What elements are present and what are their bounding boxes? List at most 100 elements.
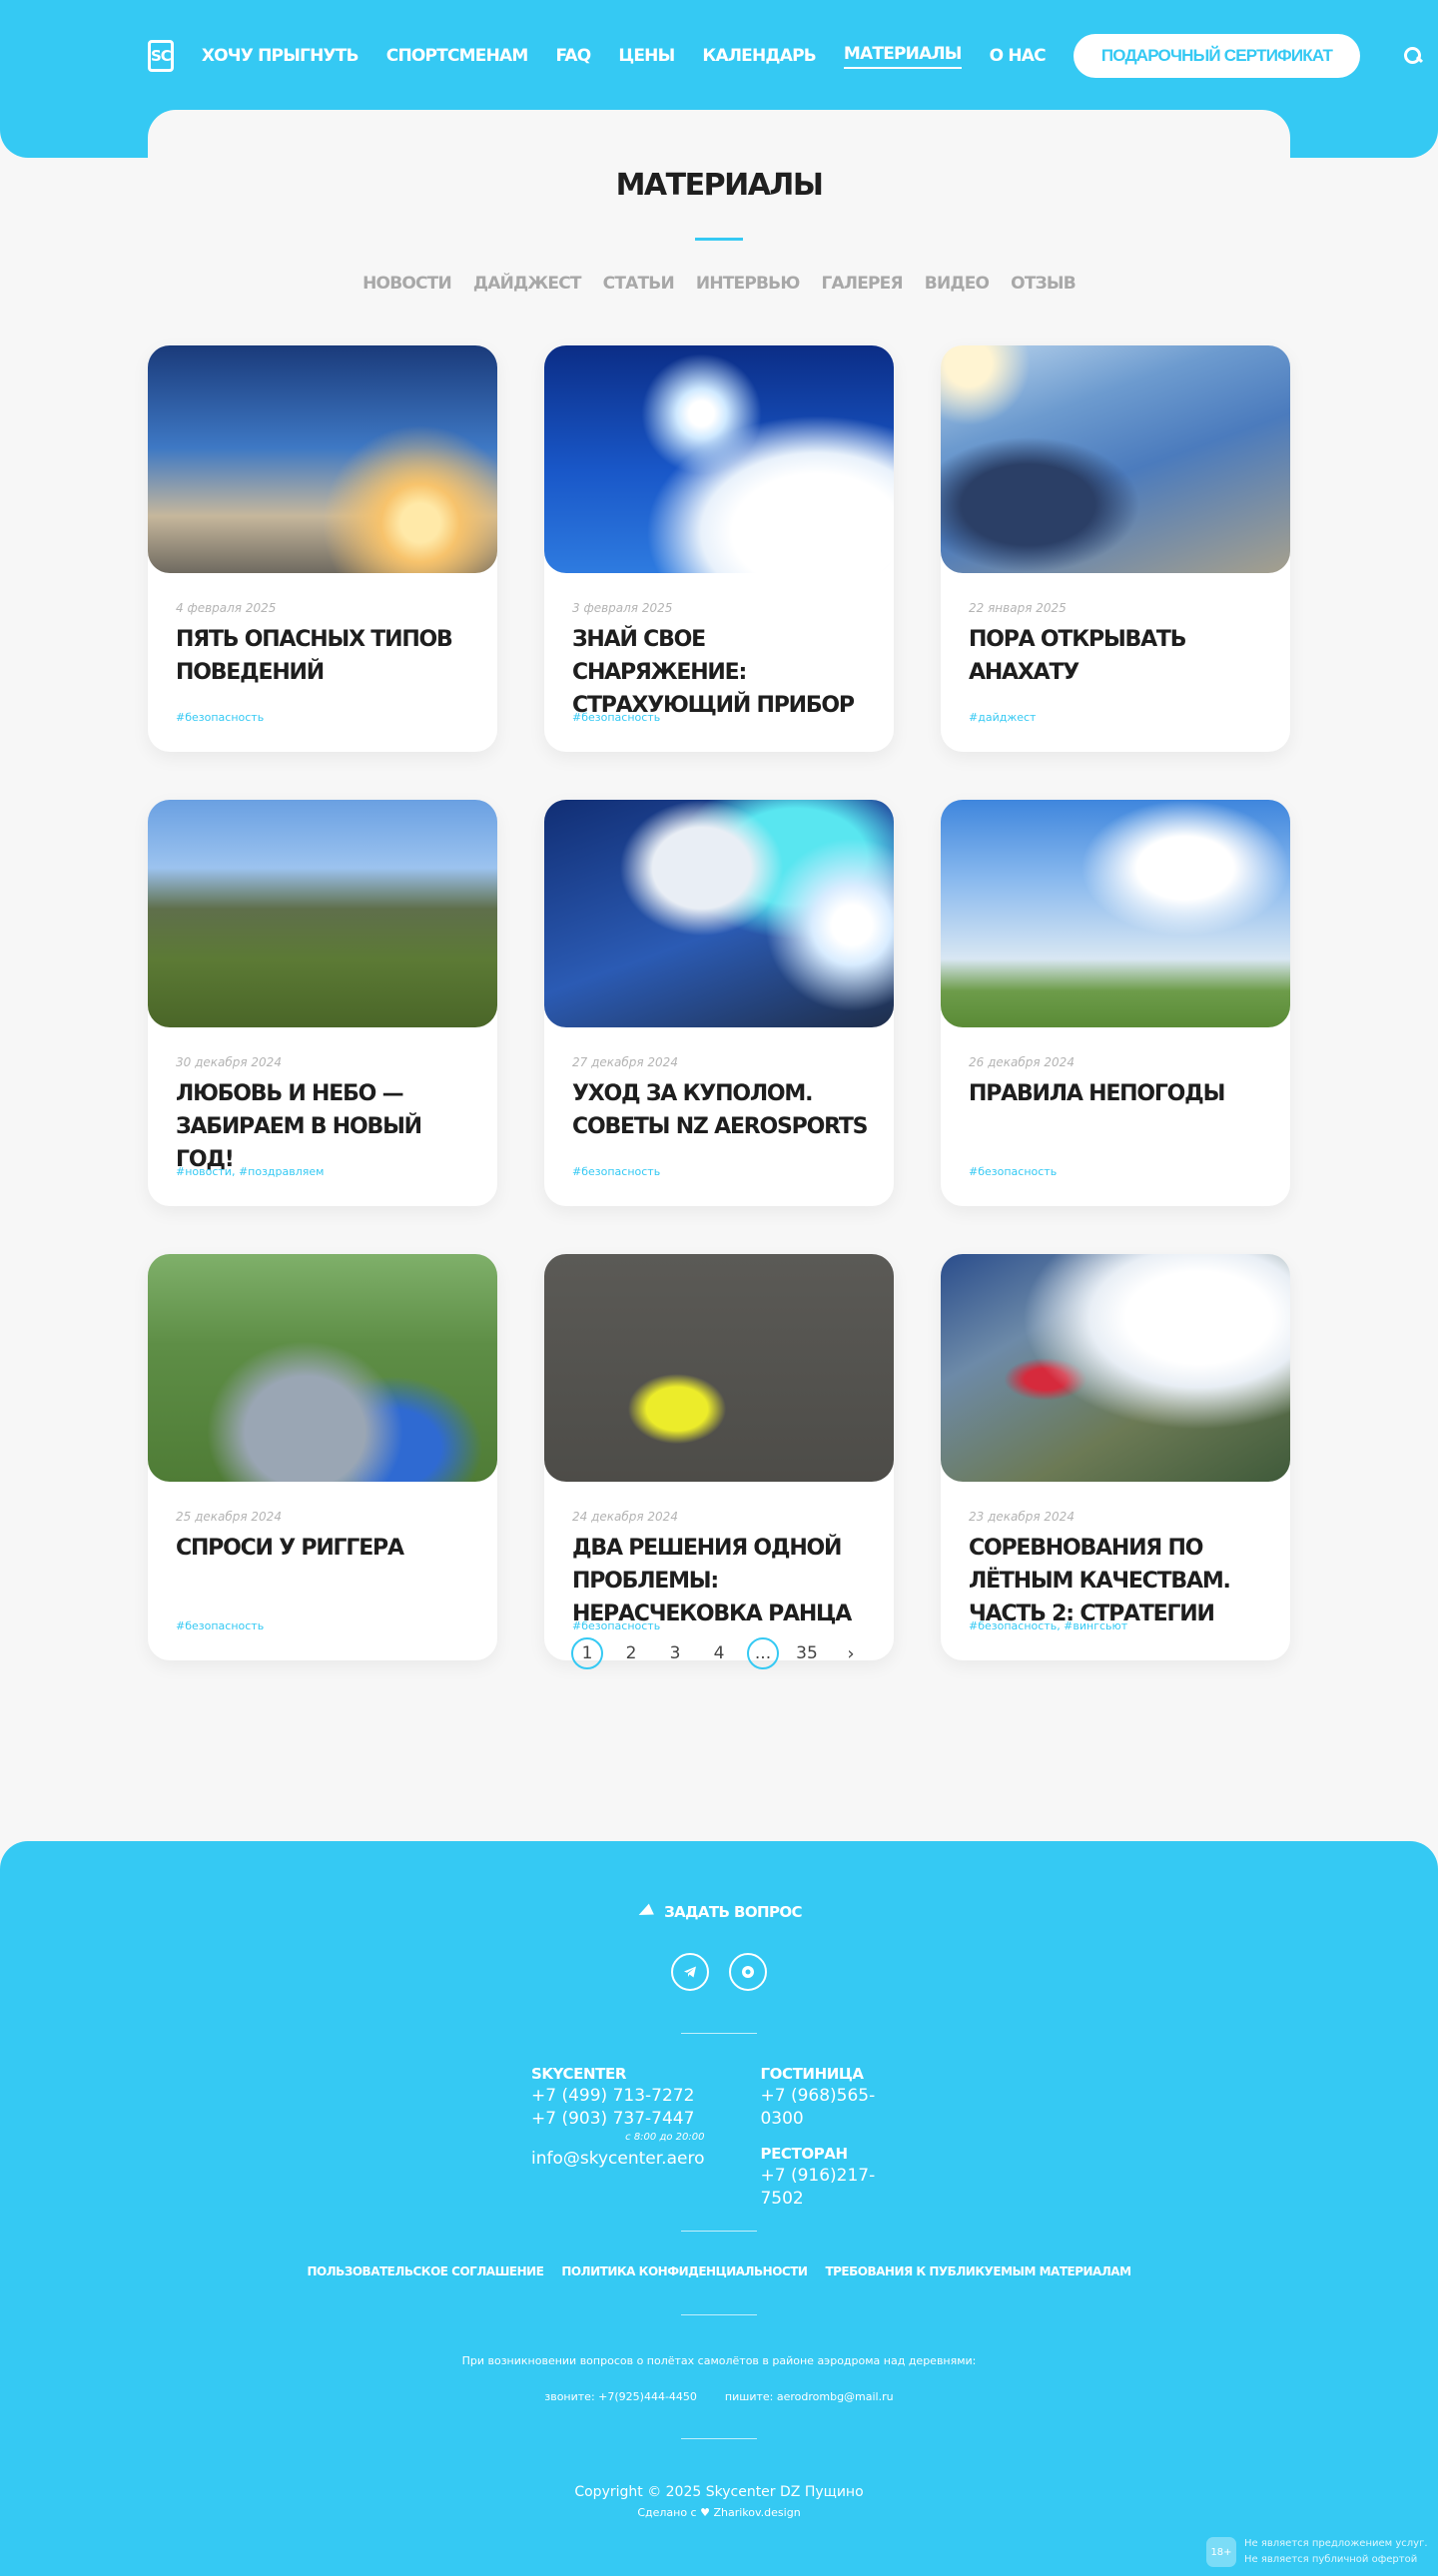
skycenter-contacts: SKYCENTER +7 (499) 713-7272 +7 (903) 737… [531,2065,704,2211]
social-links [0,1953,1438,1991]
record-icon [742,1966,754,1978]
heart-icon: ♥ [700,2506,710,2519]
article-title[interactable]: СОРЕВНОВАНИЯ ПО ЛЁТНЫМ КАЧЕСТВАМ. ЧАСТЬ … [969,1532,1268,1630]
footer-divider [681,2033,757,2034]
article-date: 26 декабря 2024 [969,1055,1075,1069]
airfield-notice: При возникновении вопросов о полётах сам… [461,2354,977,2367]
page-ellipsis[interactable]: ... [747,1637,779,1669]
skycenter-email[interactable]: info@skycenter.aero [531,2149,704,2169]
article-tags[interactable]: #безопасность [176,711,264,724]
skycenter-phone-2[interactable]: +7 (903) 737-7447 [531,2108,704,2131]
article-card[interactable]: 25 декабря 2024 СПРОСИ У РИГГЕРА #безопа… [148,1254,497,1660]
airfield-phone[interactable]: звоните: +7(925)444-4450 [544,2390,697,2403]
footer-divider [681,2231,757,2232]
pagination: 1 2 3 4 ... 35 › [0,1637,1438,1669]
article-image[interactable] [148,800,497,1027]
article-image[interactable] [544,800,894,1027]
article-date: 3 февраля 2025 [572,601,673,615]
filter-digest[interactable]: ДАЙДЖЕСТ [473,274,582,294]
article-title[interactable]: УХОД ЗА КУПОЛОМ. СОВЕТЫ NZ AEROSPORTS [572,1077,872,1143]
article-image[interactable] [544,1254,894,1482]
top-navigation: SC ХОЧУ ПРЫГНУТЬ СПОРТСМЕНАМ FAQ ЦЕНЫ КА… [148,28,1422,84]
filter-review[interactable]: ОТЗЫВ [1011,274,1076,294]
article-title[interactable]: СПРОСИ У РИГГЕРА [176,1532,475,1565]
page-4[interactable]: 4 [703,1637,735,1669]
user-agreement-link[interactable]: ПОЛЬЗОВАТЕЛЬСКОЕ СОГЛАШЕНИЕ [307,2264,543,2278]
filter-video[interactable]: ВИДЕО [925,274,990,294]
nav-want-to-jump[interactable]: ХОЧУ ПРЫГНУТЬ [202,46,360,66]
page-2[interactable]: 2 [615,1637,647,1669]
age-disclaimer: 18+ Не является предложением услуг. Не я… [1206,2536,1428,2568]
nav-calendar[interactable]: КАЛЕНДАРЬ [702,46,816,66]
made-by-prefix: Сделано с [637,2506,697,2519]
article-card[interactable]: 23 декабря 2024 СОРЕВНОВАНИЯ ПО ЛЁТНЫМ К… [941,1254,1290,1660]
article-card[interactable]: 3 февраля 2025 ЗНАЙ СВОЕ СНАРЯЖЕНИЕ: СТР… [544,345,894,752]
article-title[interactable]: ЛЮБОВЬ И НЕБО — ЗАБИРАЕМ В НОВЫЙ ГОД! [176,1077,475,1176]
article-card[interactable]: 26 декабря 2024 ПРАВИЛА НЕПОГОДЫ #безопа… [941,800,1290,1206]
article-image[interactable] [941,345,1290,573]
filter-articles[interactable]: СТАТЬИ [603,274,675,294]
copyright: Copyright © 2025 Skycenter DZ Пущино [574,2484,864,2500]
gift-certificate-button[interactable]: ПОДАРОЧНЫЙ СЕРТИФИКАТ [1073,34,1361,78]
article-card[interactable]: 22 января 2025 ПОРА ОТКРЫВАТЬ АНАХАТУ #д… [941,345,1290,752]
article-card[interactable]: 27 декабря 2024 УХОД ЗА КУПОЛОМ. СОВЕТЫ … [544,800,894,1206]
privacy-policy-link[interactable]: ПОЛИТИКА КОНФИДЕНЦИАЛЬНОСТИ [561,2264,808,2278]
article-card[interactable]: 24 декабря 2024 ДВА РЕШЕНИЯ ОДНОЙ ПРОБЛЕ… [544,1254,894,1660]
skycenter-phone-1[interactable]: +7 (499) 713-7272 [531,2085,704,2108]
record-button[interactable] [729,1953,767,1991]
contacts: SKYCENTER +7 (499) 713-7272 +7 (903) 737… [531,2065,911,2211]
article-title[interactable]: ДВА РЕШЕНИЯ ОДНОЙ ПРОБЛЕМЫ: НЕРАСЧЕКОВКА… [572,1532,872,1630]
article-tags[interactable]: #безопасность, #вингсьют [969,1619,1127,1632]
hotel-phone[interactable]: +7 (968)565-0300 [760,2085,911,2131]
nav-faq[interactable]: FAQ [555,46,591,66]
ask-question-label: ЗАДАТЬ ВОПРОС [664,1903,802,1921]
article-image[interactable] [941,800,1290,1027]
page-35[interactable]: 35 [791,1637,823,1669]
article-tags[interactable]: #безопасность [176,1619,264,1632]
restaurant-heading: РЕСТОРАН [760,2145,848,2163]
article-image[interactable] [148,1254,497,1482]
category-filters: НОВОСТИ ДАЙДЖЕСТ СТАТЬИ ИНТЕРВЬЮ ГАЛЕРЕЯ… [148,274,1290,294]
article-card[interactable]: 4 февраля 2025 ПЯТЬ ОПАСНЫХ ТИПОВ ПОВЕДЕ… [148,345,497,752]
page-1[interactable]: 1 [571,1637,603,1669]
article-tags[interactable]: #безопасность [969,1165,1057,1178]
nav-prices[interactable]: ЦЕНЫ [618,46,675,66]
restaurant-phone[interactable]: +7 (916)217-7502 [760,2165,911,2211]
article-tags[interactable]: #новости, #поздравляем [176,1165,324,1178]
article-date: 25 декабря 2024 [176,1510,282,1524]
designer-link[interactable]: Zharikov.design [713,2506,800,2519]
article-tags[interactable]: #безопасность [572,1165,660,1178]
article-title[interactable]: ПЯТЬ ОПАСНЫХ ТИПОВ ПОВЕДЕНИЙ [176,623,475,689]
article-title[interactable]: ЗНАЙ СВОЕ СНАРЯЖЕНИЕ: СТРАХУЮЩИЙ ПРИБОР [572,623,872,722]
article-title[interactable]: ПОРА ОТКРЫВАТЬ АНАХАТУ [969,623,1268,689]
article-image[interactable] [941,1254,1290,1482]
page-title: МАТЕРИАЛЫ [615,168,824,203]
publication-requirements-link[interactable]: ТРЕБОВАНИЯ К ПУБЛИКУЕМЫМ МАТЕРИАЛАМ [825,2264,1131,2278]
main-content: МАТЕРИАЛЫ НОВОСТИ ДАЙДЖЕСТ СТАТЬИ ИНТЕРВ… [148,110,1290,1807]
nav-athletes[interactable]: СПОРТСМЕНАМ [386,46,529,66]
nav-about[interactable]: О НАС [990,46,1047,66]
skycenter-heading: SKYCENTER [531,2065,626,2083]
article-tags[interactable]: #безопасность [572,711,660,724]
article-title[interactable]: ПРАВИЛА НЕПОГОДЫ [969,1077,1268,1110]
article-image[interactable] [148,345,497,573]
article-image[interactable] [544,345,894,573]
filter-interview[interactable]: ИНТЕРВЬЮ [696,274,800,294]
airfield-email[interactable]: пишите: aerodrombg@mail.ru [725,2390,894,2403]
article-grid: 4 февраля 2025 ПЯТЬ ОПАСНЫХ ТИПОВ ПОВЕДЕ… [148,345,1290,1660]
next-page-button[interactable]: › [835,1637,867,1669]
nav-materials[interactable]: МАТЕРИАЛЫ [843,44,962,69]
article-card[interactable]: 30 декабря 2024 ЛЮБОВЬ И НЕБО — ЗАБИРАЕМ… [148,800,497,1206]
age-badge: 18+ [1206,2537,1236,2567]
article-tags[interactable]: #дайджест [969,711,1036,724]
logo[interactable]: SC [148,40,174,72]
filter-news[interactable]: НОВОСТИ [362,274,452,294]
telegram-button[interactable] [671,1953,709,1991]
filter-gallery[interactable]: ГАЛЕРЕЯ [821,274,903,294]
footer-divider [681,2314,757,2315]
ask-question-link[interactable]: ЗАДАТЬ ВОПРОС [0,1903,1438,1921]
hotel-restaurant-contacts: ГОСТИНИЦА +7 (968)565-0300 РЕСТОРАН +7 (… [760,2065,911,2211]
footer-divider [681,2438,757,2439]
article-tags[interactable]: #безопасность [572,1619,660,1632]
page-3[interactable]: 3 [659,1637,691,1669]
